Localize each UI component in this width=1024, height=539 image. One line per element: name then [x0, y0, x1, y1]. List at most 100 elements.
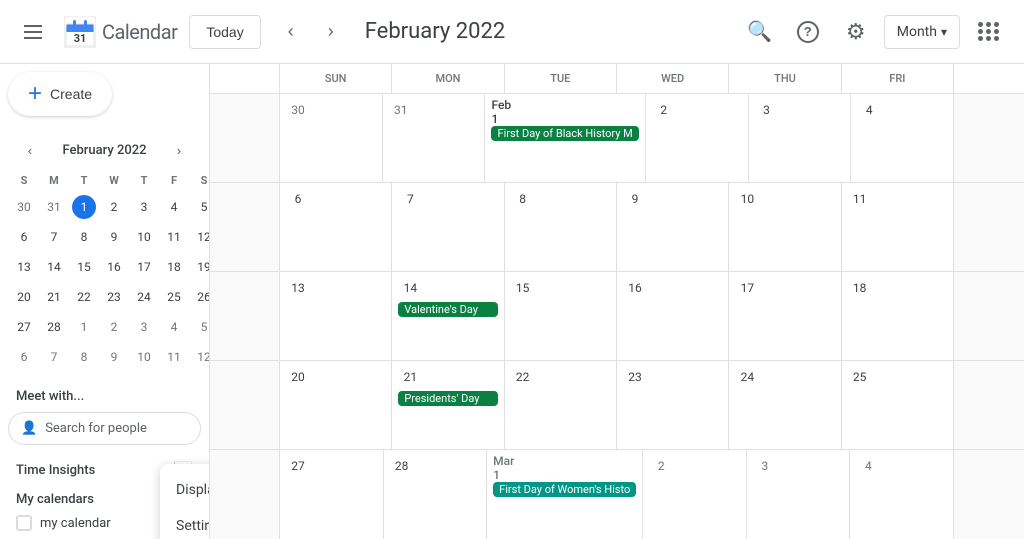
cal-cell[interactable]: 14Valentine's Day — [392, 272, 504, 360]
cal-cell[interactable]: 13 — [280, 272, 392, 360]
cal-cell[interactable]: 3 — [747, 450, 851, 539]
create-button[interactable]: + Create — [8, 72, 112, 116]
mini-cal-day[interactable]: 21 — [40, 283, 68, 311]
cal-cell-left-partial[interactable] — [210, 361, 280, 449]
cal-cell[interactable]: 25 — [842, 361, 954, 449]
settings-button[interactable]: ⚙ — [836, 12, 876, 52]
cal-cell[interactable]: 17 — [729, 272, 841, 360]
today-button[interactable]: Today — [189, 15, 260, 49]
event-pill[interactable]: Valentine's Day — [398, 302, 497, 317]
display-only-item[interactable]: Display this only — [160, 472, 210, 508]
help-button[interactable]: ? — [788, 12, 828, 52]
mini-cal-day[interactable]: 28 — [40, 313, 68, 341]
cal-cell[interactable]: 20 — [280, 361, 392, 449]
cal-cell[interactable]: 22 — [505, 361, 617, 449]
mini-cal-day[interactable]: 20 — [10, 283, 38, 311]
cal-cell[interactable]: 3 — [749, 94, 852, 182]
mini-cal-day[interactable]: 14 — [40, 253, 68, 281]
cal-cell[interactable]: 4 — [850, 450, 954, 539]
cal-cell[interactable]: 9 — [617, 183, 729, 271]
cal-cell-left-partial[interactable] — [210, 450, 280, 539]
cal-cell[interactable]: 8 — [505, 183, 617, 271]
cal-cell[interactable]: 11 — [842, 183, 954, 271]
event-pill[interactable]: Presidents' Day — [398, 391, 497, 406]
mini-cal-day[interactable]: 22 — [70, 283, 98, 311]
cal-cell[interactable]: 7 — [392, 183, 504, 271]
mini-cal-day[interactable]: 4 — [160, 313, 188, 341]
cal-cell[interactable]: 10 — [729, 183, 841, 271]
cal-cell[interactable]: 15 — [505, 272, 617, 360]
cal-cell-left-partial[interactable] — [210, 272, 280, 360]
mini-cal-day[interactable]: 8 — [70, 343, 98, 371]
mini-cal-day[interactable]: 19 — [190, 253, 210, 281]
prev-month-button[interactable]: ‹ — [273, 14, 309, 50]
mini-cal-day[interactable]: 8 — [70, 223, 98, 251]
mini-cal-day[interactable]: 27 — [10, 313, 38, 341]
cal-cell-left-partial[interactable] — [210, 94, 280, 182]
mini-cal-day[interactable]: 30 — [10, 193, 38, 221]
mini-cal-day[interactable]: 3 — [130, 193, 158, 221]
cal-cell[interactable]: 4 — [851, 94, 954, 182]
mini-cal-day[interactable]: 1 — [70, 193, 98, 221]
mini-cal-day[interactable]: 6 — [10, 343, 38, 371]
cal-cell[interactable]: Feb 1First Day of Black History M — [485, 94, 645, 182]
cal-cell-right-partial[interactable] — [954, 94, 1024, 182]
search-button[interactable]: 🔍 — [740, 12, 780, 52]
mini-cal-day[interactable]: 9 — [100, 343, 128, 371]
mini-cal-next[interactable]: › — [165, 136, 193, 164]
mini-cal-day[interactable]: 13 — [10, 253, 38, 281]
cal-cell[interactable]: 30 — [280, 94, 383, 182]
mini-cal-day[interactable]: 10 — [130, 343, 158, 371]
next-month-button[interactable]: › — [313, 14, 349, 50]
hamburger-button[interactable] — [16, 12, 56, 52]
mini-cal-day[interactable]: 31 — [40, 193, 68, 221]
cal-cell[interactable]: 24 — [729, 361, 841, 449]
mini-cal-day[interactable]: 17 — [130, 253, 158, 281]
cal-cell[interactable]: 23 — [617, 361, 729, 449]
event-pill[interactable]: First Day of Black History M — [491, 126, 638, 141]
mini-cal-day[interactable]: 5 — [190, 193, 210, 221]
mini-cal-day[interactable]: 15 — [70, 253, 98, 281]
mini-cal-day[interactable]: 16 — [100, 253, 128, 281]
mini-cal-prev[interactable]: ‹ — [16, 136, 44, 164]
cal-cell-left-partial[interactable] — [210, 183, 280, 271]
cal-cell[interactable]: 2 — [646, 94, 749, 182]
cal-cell-right-partial[interactable] — [954, 450, 1024, 539]
mini-cal-day[interactable]: 5 — [190, 313, 210, 341]
settings-sharing-item[interactable]: Settings and sharing — [160, 508, 210, 539]
event-pill[interactable]: First Day of Women's Histo — [493, 482, 636, 497]
mini-cal-day[interactable]: 25 — [160, 283, 188, 311]
cal-cell[interactable]: Mar 1First Day of Women's Histo — [487, 450, 643, 539]
mini-cal-day[interactable]: 11 — [160, 223, 188, 251]
mini-cal-day[interactable]: 2 — [100, 313, 128, 341]
mini-cal-day[interactable]: 26 — [190, 283, 210, 311]
mini-cal-day[interactable]: 7 — [40, 343, 68, 371]
mini-cal-day[interactable]: 12 — [190, 223, 210, 251]
apps-button[interactable] — [968, 12, 1008, 52]
mini-cal-day[interactable]: 3 — [130, 313, 158, 341]
cal-cell[interactable]: 21Presidents' Day — [392, 361, 504, 449]
cal-cell[interactable]: 16 — [617, 272, 729, 360]
cal-cell-right-partial[interactable] — [954, 183, 1024, 271]
mini-cal-day[interactable]: 11 — [160, 343, 188, 371]
cal-cell-right-partial[interactable] — [954, 272, 1024, 360]
search-people-input[interactable]: 👤 Search for people — [8, 412, 201, 445]
cal-cell[interactable]: 27 — [280, 450, 384, 539]
cal-cell[interactable]: 2 — [643, 450, 747, 539]
cal-cell[interactable]: 6 — [280, 183, 392, 271]
mini-cal-day[interactable]: 23 — [100, 283, 128, 311]
cal-cell[interactable]: 18 — [842, 272, 954, 360]
mini-cal-day[interactable]: 18 — [160, 253, 188, 281]
mini-cal-day[interactable]: 1 — [70, 313, 98, 341]
cal-cell-right-partial[interactable] — [954, 361, 1024, 449]
cal-cell[interactable]: 28 — [384, 450, 488, 539]
mini-cal-day[interactable]: 7 — [40, 223, 68, 251]
mini-cal-day[interactable]: 4 — [160, 193, 188, 221]
mini-cal-day[interactable]: 2 — [100, 193, 128, 221]
mini-cal-day[interactable]: 9 — [100, 223, 128, 251]
mini-cal-day[interactable]: 12 — [190, 343, 210, 371]
view-selector[interactable]: Month ▾ — [884, 15, 960, 49]
mini-cal-day[interactable]: 6 — [10, 223, 38, 251]
cal-cell[interactable]: 31 — [383, 94, 486, 182]
mini-cal-day[interactable]: 24 — [130, 283, 158, 311]
